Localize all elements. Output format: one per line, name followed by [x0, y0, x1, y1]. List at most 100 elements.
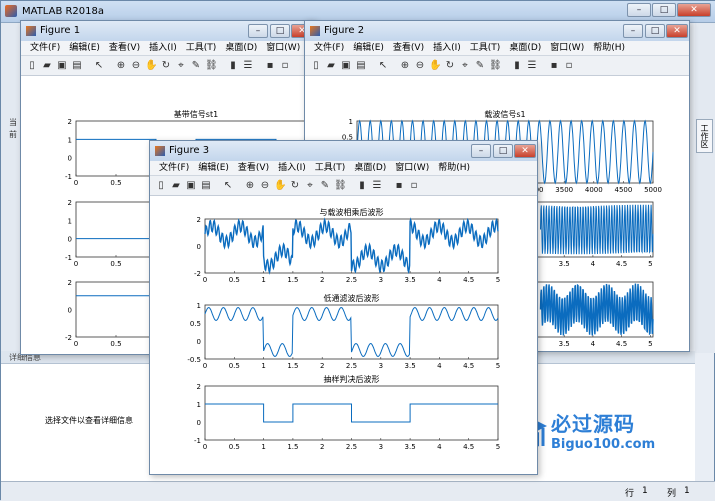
zoom-out-icon[interactable]: ⊖	[259, 179, 271, 192]
figure-minimize-button[interactable]: –	[248, 24, 268, 38]
close-button[interactable]: ✕	[677, 3, 711, 17]
menu-item-4[interactable]: 工具(T)	[315, 163, 346, 173]
open-folder-icon[interactable]: ▰	[170, 179, 182, 192]
data-cursor-icon[interactable]: ⌖	[459, 59, 471, 72]
hide-plot-icon[interactable]: ▪	[264, 59, 276, 72]
figure-maximize-button[interactable]: □	[493, 144, 513, 158]
rotate-icon[interactable]: ↻	[444, 59, 456, 72]
menu-item-2[interactable]: 查看(V)	[393, 43, 424, 53]
x-tick-label: 3500	[555, 186, 573, 194]
zoom-in-icon[interactable]: ⊕	[115, 59, 127, 72]
menu-item-2[interactable]: 查看(V)	[238, 163, 269, 173]
zoom-in-icon[interactable]: ⊕	[399, 59, 411, 72]
legend-icon[interactable]: ☰	[371, 179, 383, 192]
figure-minimize-button[interactable]: –	[471, 144, 491, 158]
new-file-icon[interactable]: ▯	[155, 179, 167, 192]
pan-icon[interactable]: ✋	[429, 59, 441, 72]
figure-close-button[interactable]: ✕	[514, 144, 536, 158]
data-cursor-icon[interactable]: ⌖	[304, 179, 316, 192]
menu-item-1[interactable]: 编辑(E)	[69, 43, 100, 53]
menu-item-4[interactable]: 工具(T)	[470, 43, 501, 53]
zoom-out-icon[interactable]: ⊖	[130, 59, 142, 72]
brush-icon[interactable]: ✎	[319, 179, 331, 192]
menu-item-5[interactable]: 桌面(D)	[509, 43, 541, 53]
x-tick-label: 5000	[644, 186, 662, 194]
pointer-icon[interactable]: ↖	[222, 179, 234, 192]
x-tick-label: 0.5	[110, 260, 121, 268]
figure-close-button[interactable]: ✕	[666, 24, 688, 38]
save-icon[interactable]: ▣	[340, 59, 352, 72]
x-tick-label: 2.5	[346, 443, 357, 451]
app-title: MATLAB R2018a	[22, 6, 105, 17]
menu-item-5[interactable]: 桌面(D)	[354, 163, 386, 173]
menu-item-0[interactable]: 文件(F)	[30, 43, 60, 53]
print-icon[interactable]: ▤	[355, 59, 367, 72]
rotate-icon[interactable]: ↻	[289, 179, 301, 192]
x-tick-label: 1	[261, 362, 265, 370]
figure-maximize-button[interactable]: □	[645, 24, 665, 38]
show-plot-icon[interactable]: ▫	[279, 59, 291, 72]
legend-icon[interactable]: ☰	[526, 59, 538, 72]
x-tick-label: 3	[379, 443, 383, 451]
show-plot-icon[interactable]: ▫	[408, 179, 420, 192]
figure-maximize-button[interactable]: □	[270, 24, 290, 38]
print-icon[interactable]: ▤	[200, 179, 212, 192]
menu-item-1[interactable]: 编辑(E)	[198, 163, 229, 173]
pointer-icon[interactable]: ↖	[377, 59, 389, 72]
y-tick-label: -1	[65, 254, 72, 262]
brush-icon[interactable]: ✎	[190, 59, 202, 72]
figure-toolbar: ▯ ▰ ▣ ▤ ↖ ⊕ ⊖ ✋ ↻ ⌖ ✎ ⛓ ▮ ☰ ▪ ▫	[150, 176, 537, 196]
save-icon[interactable]: ▣	[185, 179, 197, 192]
colorbar-icon[interactable]: ▮	[356, 179, 368, 192]
menu-item-3[interactable]: 插入(I)	[149, 43, 177, 53]
menu-item-2[interactable]: 查看(V)	[109, 43, 140, 53]
hide-plot-icon[interactable]: ▪	[393, 179, 405, 192]
link-icon[interactable]: ⛓	[334, 179, 347, 192]
menu-item-1[interactable]: 编辑(E)	[353, 43, 384, 53]
link-icon[interactable]: ⛓	[489, 59, 502, 72]
data-cursor-icon[interactable]: ⌖	[175, 59, 187, 72]
menu-item-4[interactable]: 工具(T)	[186, 43, 217, 53]
y-tick-label: 0	[68, 307, 72, 315]
zoom-out-icon[interactable]: ⊖	[414, 59, 426, 72]
colorbar-icon[interactable]: ▮	[511, 59, 523, 72]
colorbar-icon[interactable]: ▮	[227, 59, 239, 72]
zoom-in-icon[interactable]: ⊕	[244, 179, 256, 192]
figure-menubar: 文件(F) 编辑(E) 查看(V) 插入(I) 工具(T) 桌面(D) 窗口(W) 帮助(H)	[150, 161, 537, 176]
new-file-icon[interactable]: ▯	[310, 59, 322, 72]
open-folder-icon[interactable]: ▰	[325, 59, 337, 72]
menu-item-7[interactable]: 帮助(H)	[593, 43, 625, 53]
menu-item-6[interactable]: 窗口(W)	[395, 163, 429, 173]
rotate-icon[interactable]: ↻	[160, 59, 172, 72]
workspace-tab[interactable]: 工作区	[696, 119, 713, 153]
maximize-button[interactable]: □	[652, 3, 676, 17]
menu-item-6[interactable]: 窗口(W)	[550, 43, 584, 53]
menu-item-0[interactable]: 文件(F)	[159, 163, 189, 173]
figure-3-window[interactable]: Figure 3 – □ ✕ 文件(F) 编辑(E) 查看(V) 插入(I) 工具(T) 桌面(D…	[149, 140, 538, 475]
hide-plot-icon[interactable]: ▪	[548, 59, 560, 72]
brush-icon[interactable]: ✎	[474, 59, 486, 72]
menu-item-3[interactable]: 插入(I)	[278, 163, 306, 173]
x-tick-label: 0.5	[110, 340, 121, 348]
menu-item-7[interactable]: 帮助(H)	[438, 163, 470, 173]
pointer-icon[interactable]: ↖	[93, 59, 105, 72]
legend-icon[interactable]: ☰	[242, 59, 254, 72]
menu-item-5[interactable]: 桌面(D)	[225, 43, 257, 53]
figure-plot-area: 与载波相乘后波形0 0.5 1 1.5 2 2.5 3 3.5 4 4.5 520-2低通滤波后波形…	[187, 207, 500, 451]
figure-minimize-button[interactable]: –	[623, 24, 643, 38]
menu-item-3[interactable]: 插入(I)	[433, 43, 461, 53]
y-tick-label: 2	[197, 383, 201, 391]
minimize-button[interactable]: –	[627, 3, 651, 17]
new-file-icon[interactable]: ▯	[26, 59, 38, 72]
save-icon[interactable]: ▣	[56, 59, 68, 72]
menu-item-6[interactable]: 窗口(W)	[266, 43, 300, 53]
print-icon[interactable]: ▤	[71, 59, 83, 72]
show-plot-icon[interactable]: ▫	[563, 59, 575, 72]
pan-icon[interactable]: ✋	[145, 59, 157, 72]
y-tick-label: 1	[349, 118, 353, 126]
link-icon[interactable]: ⛓	[205, 59, 218, 72]
y-tick-label: 0.5	[190, 320, 201, 328]
open-folder-icon[interactable]: ▰	[41, 59, 53, 72]
menu-item-0[interactable]: 文件(F)	[314, 43, 344, 53]
pan-icon[interactable]: ✋	[274, 179, 286, 192]
